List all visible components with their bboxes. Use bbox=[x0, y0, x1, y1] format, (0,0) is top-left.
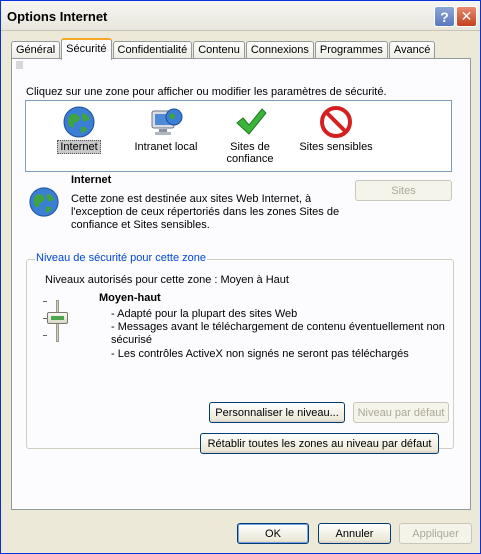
zone-detail-desc-line1: Cette zone est destinée aux sites Web In… bbox=[71, 193, 312, 205]
level-bullet-3: - Les contrôles ActiveX non signés ne se… bbox=[111, 348, 409, 360]
zone-detail-desc-line3: confiance et Sites sensibles. bbox=[71, 219, 210, 231]
cancel-button[interactable]: Annuler bbox=[318, 523, 391, 544]
security-tab-panel: Cliquez sur une zone pour afficher ou mo… bbox=[11, 58, 471, 510]
tab-connexions[interactable]: Connexions bbox=[245, 41, 314, 59]
tab-securite[interactable]: Sécurité bbox=[61, 38, 112, 60]
level-bullet-1: - Adapté pour la plupart des sites Web bbox=[111, 308, 298, 320]
help-icon: ? bbox=[440, 8, 449, 25]
globe-icon bbox=[29, 187, 59, 217]
security-level-group: Niveau de sécurité pour cette zone Nivea… bbox=[26, 252, 454, 449]
zone-sites-sensibles[interactable]: Sites sensibles bbox=[296, 105, 376, 153]
default-level-button[interactable]: Niveau par défaut bbox=[353, 402, 449, 423]
level-name: Moyen-haut bbox=[99, 292, 161, 304]
window-title: Options Internet bbox=[7, 9, 108, 24]
globe-icon bbox=[63, 106, 95, 138]
title-bar[interactable]: Options Internet ? ✕ bbox=[1, 1, 480, 31]
tab-contenu[interactable]: Contenu bbox=[193, 41, 245, 59]
no-entry-icon bbox=[320, 106, 352, 138]
zone-sites-confiance[interactable]: Sites de confiance bbox=[210, 105, 290, 165]
slider-tick bbox=[43, 335, 47, 336]
options-internet-dialog: Options Internet ? ✕ Général Sécurité Co… bbox=[0, 0, 481, 554]
sites-button[interactable]: Sites bbox=[355, 180, 452, 201]
zone-detail-desc-line2: l'exception de ceux répertoriés dans les… bbox=[71, 206, 340, 218]
zone-detail-title: Internet bbox=[71, 174, 112, 186]
ok-button[interactable]: OK bbox=[237, 523, 309, 544]
zone-instruction: Cliquez sur une zone pour afficher ou mo… bbox=[26, 86, 387, 98]
close-icon: ✕ bbox=[460, 8, 473, 24]
close-button[interactable]: ✕ bbox=[456, 6, 477, 27]
zone-label-line2: confiance bbox=[226, 153, 274, 165]
allowed-levels-text: Niveaux autorisés pour cette zone : Moye… bbox=[45, 274, 289, 286]
group-title: Niveau de sécurité pour cette zone bbox=[35, 252, 207, 264]
tab-programmes[interactable]: Programmes bbox=[314, 41, 388, 59]
level-bullet-2: - Messages avant le téléchargement de co… bbox=[111, 321, 445, 333]
zone-list: Internet Intranet local Sites de confian… bbox=[25, 100, 452, 172]
zone-label: Internet bbox=[57, 140, 101, 154]
zone-label-line1: Sites de bbox=[230, 141, 270, 153]
apply-button[interactable]: Appliquer bbox=[399, 523, 472, 544]
tab-avance[interactable]: Avancé bbox=[388, 41, 436, 59]
tab-strip: Général Sécurité Confidentialité Contenu… bbox=[11, 38, 436, 60]
zone-label: Sites sensibles bbox=[299, 141, 373, 153]
level-bullet-2-cont: sécurisé bbox=[111, 334, 152, 346]
reset-all-zones-button[interactable]: Rétablir toutes les zones au niveau par … bbox=[200, 433, 439, 454]
security-slider-thumb[interactable] bbox=[47, 312, 68, 324]
customize-level-button[interactable]: Personnaliser le niveau... bbox=[209, 402, 345, 423]
zone-label: Intranet local bbox=[134, 141, 198, 153]
checkmark-icon bbox=[236, 108, 267, 135]
slider-tick bbox=[43, 301, 47, 302]
zone-intranet-local[interactable]: Intranet local bbox=[126, 105, 206, 153]
help-button[interactable]: ? bbox=[434, 6, 455, 27]
zone-internet[interactable]: Internet bbox=[39, 105, 119, 154]
tab-general[interactable]: Général bbox=[11, 41, 61, 59]
tab-confidentialite[interactable]: Confidentialité bbox=[112, 41, 193, 59]
intranet-icon bbox=[151, 108, 183, 135]
focus-indicator bbox=[16, 61, 23, 69]
